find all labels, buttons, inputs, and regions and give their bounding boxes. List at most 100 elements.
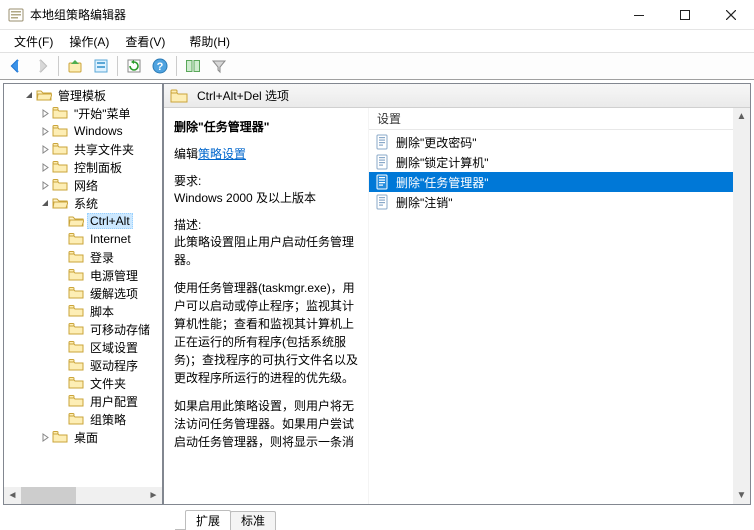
- tab-extended[interactable]: 扩展: [185, 510, 231, 530]
- tree-horizontal-scrollbar[interactable]: ◄ ►: [4, 487, 162, 504]
- tree-node[interactable]: 管理模板: [4, 86, 162, 104]
- scroll-up-icon[interactable]: ▲: [733, 108, 750, 125]
- requirements-value: Windows 2000 及以上版本: [174, 189, 358, 206]
- tree-node[interactable]: Internet: [4, 230, 162, 248]
- minimize-button[interactable]: [616, 0, 662, 30]
- tree-pane: 管理模板"开始"菜单Windows共享文件夹控制面板网络系统Ctrl+Alt In…: [3, 83, 163, 505]
- tree-node-label: 控制面板: [71, 158, 125, 177]
- chevron-right-icon[interactable]: [38, 178, 52, 192]
- tree-node[interactable]: Ctrl+Alt: [4, 212, 162, 230]
- title-bar: 本地组策略编辑器: [0, 0, 754, 30]
- settings-column-header[interactable]: 设置: [369, 108, 733, 130]
- tree-node-label: Ctrl+Alt: [87, 213, 133, 229]
- folder-icon: [68, 286, 84, 300]
- settings-row[interactable]: 删除"任务管理器": [369, 172, 733, 192]
- tab-standard[interactable]: 标准: [230, 511, 276, 530]
- folder-icon: [68, 394, 84, 408]
- chevron-down-icon[interactable]: [38, 196, 52, 210]
- scroll-right-icon[interactable]: ►: [145, 487, 162, 504]
- back-button[interactable]: [4, 54, 28, 78]
- folder-icon: [68, 358, 84, 372]
- refresh-button[interactable]: [122, 54, 146, 78]
- filter-button[interactable]: [207, 54, 231, 78]
- chevron-right-icon[interactable]: [38, 124, 52, 138]
- tree-node[interactable]: 区域设置: [4, 338, 162, 356]
- path-header: Ctrl+Alt+Del 选项: [164, 84, 750, 108]
- menu-file[interactable]: 文件(F): [6, 31, 61, 52]
- tree-node-label: 登录: [87, 248, 117, 267]
- chevron-right-icon[interactable]: [38, 430, 52, 444]
- settings-row[interactable]: 删除"更改密码": [369, 132, 733, 152]
- folder-icon: [52, 124, 68, 138]
- tree-node-label: 共享文件夹: [71, 140, 137, 159]
- list-vertical-scrollbar[interactable]: ▲ ▼: [733, 108, 750, 504]
- tree-node[interactable]: 桌面: [4, 428, 162, 446]
- folder-icon: [68, 250, 84, 264]
- forward-button[interactable]: [30, 54, 54, 78]
- tab-strip: 扩展 标准: [0, 508, 754, 530]
- tree-node-label: Windows: [71, 123, 126, 139]
- menu-action[interactable]: 操作(A): [61, 31, 117, 52]
- chevron-down-icon[interactable]: [22, 88, 36, 102]
- policy-icon: [375, 154, 391, 170]
- scrollbar-thumb[interactable]: [21, 487, 76, 504]
- up-button[interactable]: [63, 54, 87, 78]
- show-hide-button[interactable]: [181, 54, 205, 78]
- toolbar: ?: [0, 52, 754, 80]
- tree-node-label: 组策略: [87, 410, 129, 429]
- detail-column: 删除"任务管理器" 编辑策略设置 要求: Windows 2000 及以上版本 …: [164, 108, 369, 504]
- menu-help[interactable]: 帮助(H): [181, 31, 238, 52]
- folder-icon: [52, 160, 68, 174]
- settings-row-label: 删除"注销": [396, 194, 453, 211]
- settings-row-label: 删除"更改密码": [396, 134, 477, 151]
- policy-icon: [375, 174, 391, 190]
- tree-node[interactable]: 组策略: [4, 410, 162, 428]
- folder-icon: [68, 322, 84, 336]
- tree-node[interactable]: 共享文件夹: [4, 140, 162, 158]
- tree-node[interactable]: Windows: [4, 122, 162, 140]
- details-pane: Ctrl+Alt+Del 选项 删除"任务管理器" 编辑策略设置 要求: Win…: [163, 83, 751, 505]
- tree-node-label: 桌面: [71, 428, 101, 447]
- folder-icon: [52, 106, 68, 120]
- description-p2: 使用任务管理器(taskmgr.exe)，用户可以启动或停止程序；监视其计算机性…: [174, 279, 358, 387]
- close-button[interactable]: [708, 0, 754, 30]
- settings-row[interactable]: 删除"注销": [369, 192, 733, 212]
- folder-icon: [68, 268, 84, 282]
- tree-node[interactable]: 电源管理: [4, 266, 162, 284]
- tree-node-label: Internet: [87, 231, 134, 247]
- tree-node[interactable]: 驱动程序: [4, 356, 162, 374]
- folder-icon: [52, 142, 68, 156]
- chevron-right-icon[interactable]: [38, 106, 52, 120]
- tree-node[interactable]: 脚本: [4, 302, 162, 320]
- tree-node-label: 文件夹: [87, 374, 129, 393]
- edit-policy-link[interactable]: 策略设置: [198, 147, 246, 161]
- tree-node-label: 用户配置: [87, 392, 141, 411]
- path-title: Ctrl+Alt+Del 选项: [197, 87, 289, 104]
- chevron-right-icon[interactable]: [38, 142, 52, 156]
- scroll-down-icon[interactable]: ▼: [733, 487, 750, 504]
- chevron-right-icon[interactable]: [38, 160, 52, 174]
- requirements-label: 要求:: [174, 172, 358, 189]
- description-p3: 如果启用此策略设置，则用户将无法访问任务管理器。如果用户尝试启动任务管理器，则将…: [174, 397, 358, 451]
- scroll-left-icon[interactable]: ◄: [4, 487, 21, 504]
- folder-icon: [170, 89, 188, 103]
- tree-node[interactable]: 文件夹: [4, 374, 162, 392]
- window-title: 本地组策略编辑器: [30, 6, 126, 23]
- tree-node[interactable]: 控制面板: [4, 158, 162, 176]
- tree-node[interactable]: 系统: [4, 194, 162, 212]
- requirements-block: 要求: Windows 2000 及以上版本: [174, 172, 358, 206]
- tree-node[interactable]: 缓解选项: [4, 284, 162, 302]
- tree-node-label: 缓解选项: [87, 284, 141, 303]
- menu-view[interactable]: 查看(V): [117, 31, 173, 52]
- tree-node[interactable]: "开始"菜单: [4, 104, 162, 122]
- tree-node[interactable]: 登录: [4, 248, 162, 266]
- properties-button[interactable]: [89, 54, 113, 78]
- help-button[interactable]: ?: [148, 54, 172, 78]
- tree-node[interactable]: 可移动存储: [4, 320, 162, 338]
- settings-row[interactable]: 删除"锁定计算机": [369, 152, 733, 172]
- maximize-button[interactable]: [662, 0, 708, 30]
- tree-node[interactable]: 用户配置: [4, 392, 162, 410]
- tree-node-label: 系统: [71, 194, 101, 213]
- tree-node[interactable]: 网络: [4, 176, 162, 194]
- folder-icon: [68, 214, 84, 228]
